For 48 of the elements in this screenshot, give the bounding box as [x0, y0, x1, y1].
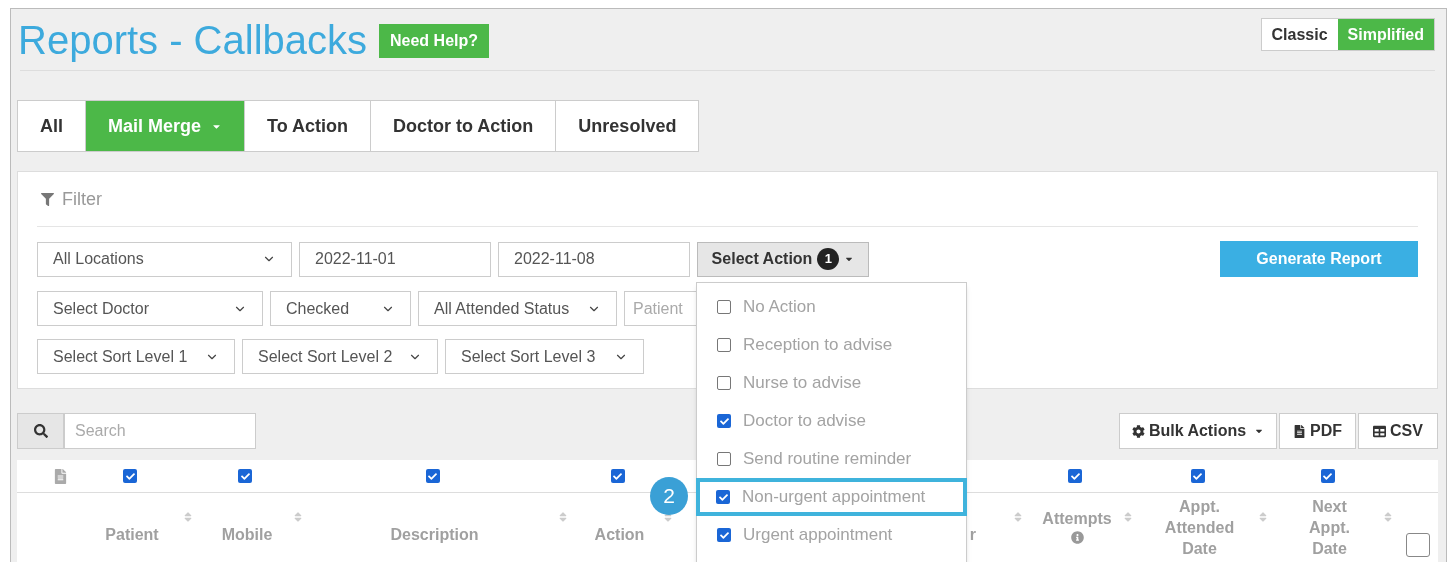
csv-button[interactable]: CSV [1358, 413, 1438, 449]
select-field[interactable]: All Locations [37, 241, 292, 277]
column-checkbox[interactable] [238, 469, 252, 483]
table-icon [1373, 424, 1387, 438]
checkbox[interactable] [716, 490, 730, 504]
column-header: Patient [105, 525, 159, 545]
checkbox[interactable] [717, 376, 731, 390]
select-field[interactable]: All Attended Status [418, 291, 617, 326]
filter-title: Filter [62, 187, 102, 211]
column-header: Appt. Attended Date [1164, 497, 1235, 559]
view-toggle-option[interactable]: Classic [1261, 19, 1338, 50]
bulk-button[interactable]: Bulk Actions [1119, 413, 1277, 449]
checkbox[interactable] [717, 414, 731, 428]
select-field[interactable]: Select Doctor [37, 291, 263, 326]
column-checkbox[interactable] [1068, 469, 1082, 483]
search-field[interactable]: Search [64, 413, 256, 449]
select-field[interactable]: Select Sort Level 1 [37, 339, 235, 374]
select-field[interactable]: Select Sort Level 2 [242, 339, 438, 374]
column-header: Attempts [1042, 509, 1112, 529]
document-icon [53, 468, 67, 484]
date-field[interactable]: 2022-11-01 [299, 241, 491, 277]
document-icon [1293, 424, 1306, 438]
count-badge: 1 [817, 248, 840, 270]
gear-icon [1131, 424, 1145, 438]
column-header: Action [594, 525, 645, 545]
select-all-checkbox[interactable] [1406, 533, 1430, 557]
pdf-button[interactable]: PDF [1279, 413, 1356, 449]
page-title: Reports - Callbacks [18, 16, 367, 64]
column-header: Next Appt. Date [1308, 497, 1351, 559]
date-field[interactable]: 2022-11-08 [498, 241, 690, 277]
column-header: r [969, 525, 976, 545]
search-button[interactable] [17, 413, 64, 449]
column-checkbox[interactable] [123, 469, 137, 483]
column-header: Mobile [221, 525, 273, 545]
select-action-button[interactable]: Select Action 1 [697, 241, 869, 277]
column-checkbox[interactable] [610, 469, 625, 483]
filter-icon [41, 192, 54, 206]
search-icon [33, 424, 48, 438]
select-field[interactable]: Select Sort Level 3 [445, 339, 644, 374]
column-checkbox[interactable] [1190, 469, 1205, 483]
checkbox[interactable] [717, 300, 731, 314]
select-field[interactable]: Checked [270, 291, 411, 326]
checkbox[interactable] [717, 338, 731, 352]
column-header: Description [390, 525, 479, 545]
column-checkbox[interactable] [425, 469, 440, 483]
column-checkbox[interactable] [1320, 469, 1335, 483]
checkbox[interactable] [717, 528, 731, 542]
checkbox[interactable] [717, 452, 731, 466]
